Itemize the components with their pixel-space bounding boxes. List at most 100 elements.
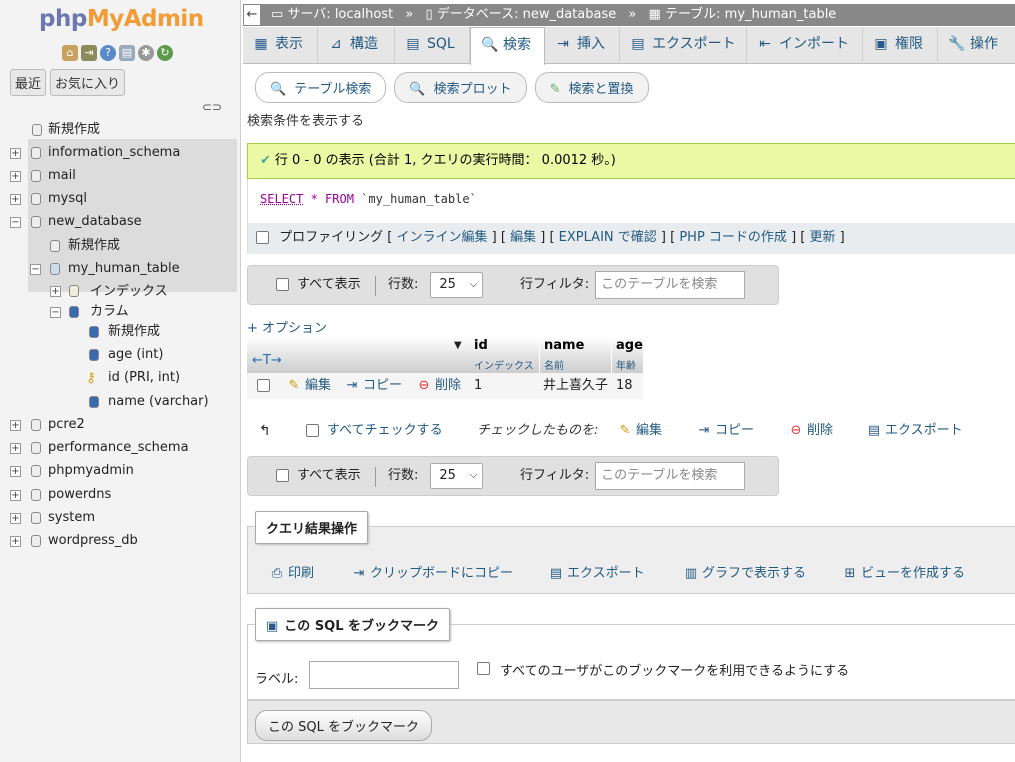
subtab-table-search[interactable]: 🔍 テーブル検索 (255, 72, 387, 103)
row-copy-link[interactable]: ⇥ コピー (345, 373, 402, 399)
tree-item-columns[interactable]: カラム (90, 301, 129, 323)
settings-icon[interactable]: ✱ (138, 45, 154, 61)
show-all-checkbox[interactable] (276, 278, 289, 291)
tab-export[interactable]: ▤ エクスポート (620, 27, 747, 64)
row-delete-link[interactable]: ⊖ 削除 (417, 373, 461, 399)
breadcrumb-database[interactable]: データベース: new_database (437, 7, 617, 22)
reload-icon[interactable]: ↻ (157, 45, 173, 61)
back-arrow-icon[interactable]: ← (243, 4, 261, 26)
column-header-age[interactable]: age 年齢 (612, 337, 643, 373)
tab-insert[interactable]: ⇥ 挿入 (545, 27, 620, 64)
explain-link[interactable]: EXPLAIN で確認 (559, 230, 657, 245)
bulk-copy-button[interactable]: ⇥ コピー (697, 420, 754, 442)
check-all-checkbox[interactable] (306, 424, 319, 437)
tab-search[interactable]: 🔍 検索 (470, 27, 545, 65)
copy-to-clipboard-button[interactable]: ⇥ クリップボードにコピー (352, 564, 513, 584)
tab-import[interactable]: ⇤ インポート (747, 27, 863, 64)
bookmark-sql-button[interactable]: この SQL をブックマーク (255, 710, 432, 741)
php-code-link[interactable]: PHP コードの作成 (679, 230, 787, 245)
expand-icon[interactable]: + (10, 148, 21, 159)
link-with-main-icon[interactable]: ⊂⊃ (202, 100, 222, 114)
print-button[interactable]: ⎙ 印刷 (270, 564, 314, 584)
tab-browse[interactable]: ▦ 表示 (243, 27, 318, 64)
edit-query-link[interactable]: 編集 (510, 230, 536, 245)
breadcrumb-table[interactable]: テーブル: my_human_table (665, 7, 836, 22)
home-icon[interactable]: ⌂ (62, 45, 78, 61)
show-all-checkbox[interactable] (276, 469, 289, 482)
bulk-delete-button[interactable]: ⊖ 削除 (789, 420, 833, 442)
phpmyadmin-logo[interactable]: phpMyAdmin (39, 6, 204, 32)
sort-triangle-icon[interactable]: ▼ (454, 340, 462, 351)
expand-icon[interactable]: + (10, 171, 21, 182)
tree-item-mysql[interactable]: mysql (48, 188, 87, 210)
tree-item-column-id[interactable]: id (PRI, int) (108, 367, 180, 389)
create-view-button[interactable]: ⊞ ビューを作成する (843, 564, 965, 584)
row-filter-input[interactable]: このテーブルを検索 (595, 270, 746, 299)
bulk-edit-button[interactable]: ✎ 編集 (618, 420, 662, 442)
tree-item-phpmyadmin[interactable]: phpmyadmin (48, 460, 134, 482)
tree-item-powerdns[interactable]: powerdns (48, 484, 111, 506)
profiling-checkbox[interactable] (256, 231, 269, 244)
collapse-icon[interactable]: − (10, 217, 21, 228)
sql-query-box[interactable]: SELECT * FROM `my_human_table` (247, 179, 1015, 223)
rows-select[interactable]: 25 ⌵ (430, 462, 484, 489)
show-search-criteria-link[interactable]: 検索条件を表示する (247, 110, 364, 129)
tree-item-indexes[interactable]: インデックス (90, 281, 168, 303)
tree-item-new-database[interactable]: new_database (48, 211, 142, 233)
check-all-link[interactable]: すべてチェックする (327, 423, 443, 438)
expand-icon[interactable]: + (10, 443, 21, 454)
tree-item-column-name[interactable]: name (varchar) (108, 391, 209, 413)
rows-select[interactable]: 25 ⌵ (430, 271, 484, 298)
row-filter-input[interactable]: このテーブルを検索 (595, 461, 746, 490)
tree-item-new[interactable]: 新規作成 (48, 119, 100, 141)
tree-item-information-schema[interactable]: information_schema (48, 142, 180, 164)
expand-icon[interactable]: + (10, 490, 21, 501)
bookmark-share-checkbox[interactable] (477, 662, 490, 675)
display-chart-button[interactable]: ▥ グラフで表示する (684, 564, 806, 584)
expand-icon[interactable]: + (10, 420, 21, 431)
favorites-button[interactable]: お気に入り (50, 69, 126, 96)
tree-item-my-human-table[interactable]: my_human_table (68, 258, 180, 280)
tree-item-wordpress-db[interactable]: wordpress_db (48, 530, 138, 552)
expand-icon[interactable]: + (10, 466, 21, 477)
expand-icon[interactable]: + (50, 286, 61, 297)
collapse-icon[interactable]: − (30, 264, 41, 275)
structure-icon: ⊿ (330, 36, 342, 52)
column-resize-arrows-icon[interactable]: ←T→ (252, 353, 282, 368)
recent-button[interactable]: 最近 (10, 69, 47, 96)
row-checkbox[interactable] (257, 379, 270, 392)
expand-icon[interactable]: + (10, 513, 21, 524)
subtab-find-replace[interactable]: ✎ 検索と置換 (534, 72, 649, 103)
bookmark-label-input[interactable] (309, 661, 459, 689)
tab-operations[interactable]: 🔧 操作 (938, 27, 1015, 64)
tree-item-column-age[interactable]: age (int) (108, 344, 163, 366)
cell-age[interactable]: 18 (616, 373, 633, 399)
expand-icon[interactable]: + (10, 194, 21, 205)
column-header-name[interactable]: name 名前 (540, 337, 611, 373)
tree-item-mail[interactable]: mail (48, 165, 76, 187)
collapse-icon[interactable]: − (50, 307, 61, 318)
help-icon[interactable]: ? (100, 45, 116, 61)
logout-icon[interactable]: ⇥ (81, 45, 97, 61)
cell-id[interactable]: 1 (474, 373, 482, 399)
column-header-id[interactable]: id インデックス (470, 337, 539, 373)
expand-icon[interactable]: + (10, 536, 21, 547)
options-link[interactable]: + オプション (247, 317, 327, 336)
breadcrumb-server[interactable]: サーバ: localhost (287, 7, 393, 22)
refresh-link[interactable]: 更新 (809, 230, 835, 245)
tab-structure[interactable]: ⊿ 構造 (318, 27, 395, 64)
tab-sql[interactable]: ▤ SQL (395, 27, 470, 64)
tree-item-new-table[interactable]: 新規作成 (68, 235, 120, 257)
docs-icon[interactable]: ▤ (119, 45, 135, 61)
tree-item-performance-schema[interactable]: performance_schema (48, 437, 189, 459)
tree-item-pcre2[interactable]: pcre2 (48, 414, 85, 436)
tab-privileges[interactable]: ▣ 権限 (863, 27, 938, 64)
inline-edit-link[interactable]: インライン編集 (397, 230, 488, 245)
export-results-button[interactable]: ▤ エクスポート (549, 564, 645, 584)
tree-item-system[interactable]: system (48, 507, 95, 529)
row-edit-link[interactable]: ✎ 編集 (287, 373, 331, 399)
cell-name[interactable]: 井上喜久子 (543, 373, 608, 399)
tree-item-new-column[interactable]: 新規作成 (108, 321, 160, 343)
bulk-export-button[interactable]: ▤ エクスポート (867, 420, 963, 442)
subtab-zoom-search[interactable]: 🔍 検索プロット (394, 72, 527, 103)
